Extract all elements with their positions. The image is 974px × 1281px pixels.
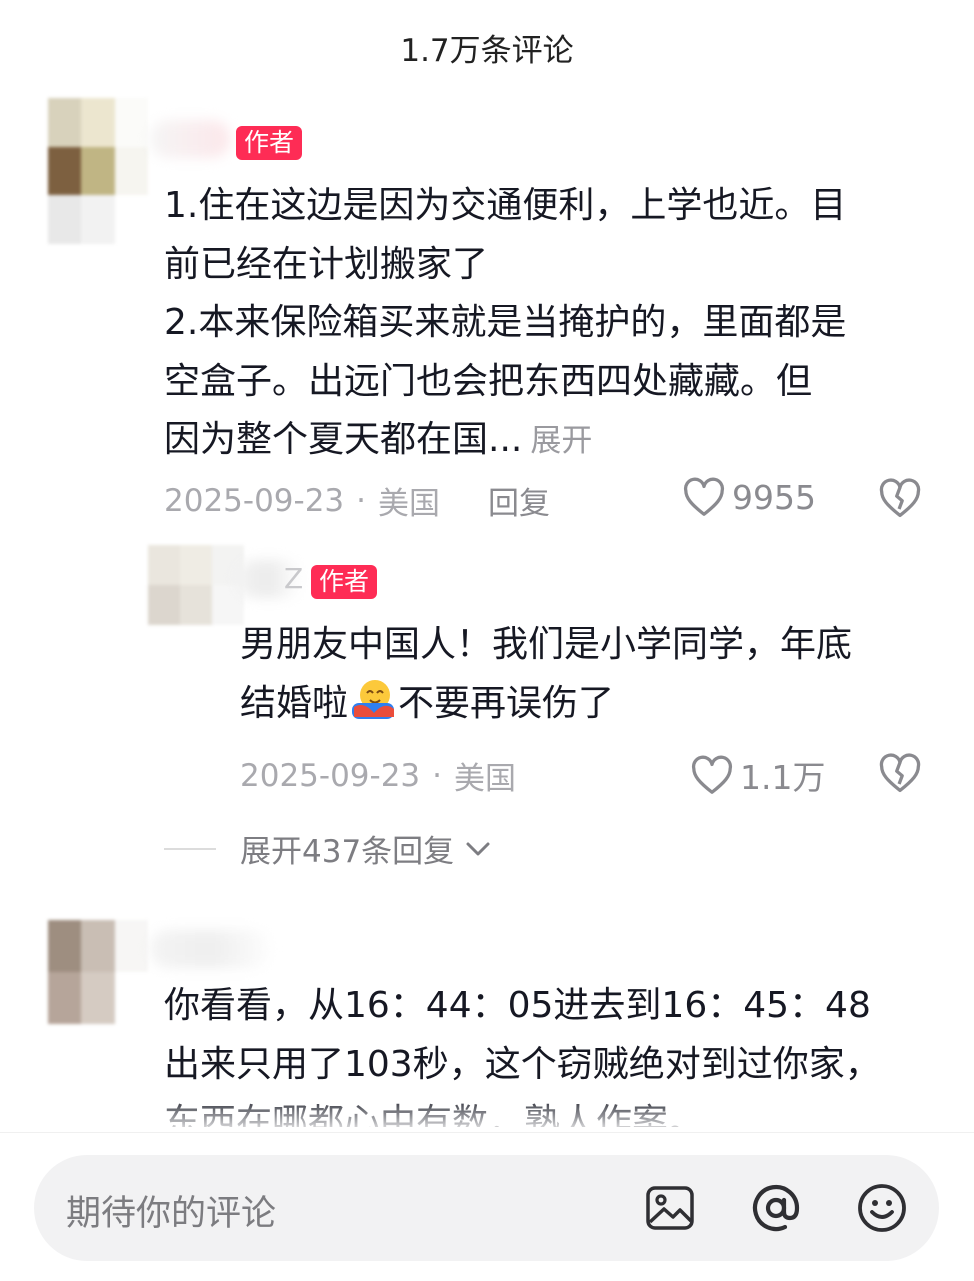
comment-meta: 2025-09-23 · 美国 回复: [164, 478, 550, 523]
avatar[interactable]: [48, 98, 148, 244]
chevron-down-icon: [466, 842, 490, 855]
heart-outline-icon: [683, 477, 725, 516]
reply-line-1: 男朋友中国人！我们是小学同学，年底: [240, 624, 853, 665]
emoji-icon[interactable]: [852, 1178, 912, 1238]
at-icon[interactable]: [746, 1178, 806, 1238]
author-badge: 作者: [311, 565, 378, 599]
heart-broken-icon[interactable]: [878, 752, 922, 794]
reply-button[interactable]: 回复: [488, 478, 550, 523]
comment-input[interactable]: 期待你的评论: [34, 1155, 939, 1261]
meta-separator: ·: [356, 482, 367, 519]
avatar[interactable]: [148, 545, 244, 625]
like-button[interactable]: 9955: [682, 477, 816, 517]
expand-comment-link[interactable]: 展开: [530, 423, 592, 459]
reply-location: 美国: [454, 761, 517, 797]
reply-line-2a: 结婚啦: [240, 682, 349, 724]
scroll-fade: [0, 1095, 974, 1135]
hug-emoji-icon: [348, 675, 398, 719]
meta-separator: ·: [432, 757, 443, 794]
reply-meta: 2025-09-23 · 美国: [240, 753, 516, 798]
comment-body: 1.住在这边是因为交通便利，上学也近。目 前已经在计划搬家了 2.本来保险箱买来…: [164, 185, 847, 460]
username-blurred[interactable]: [150, 930, 270, 968]
like-button[interactable]: 1.1万: [690, 751, 825, 799]
comment-input-placeholder: 期待你的评论: [66, 1194, 277, 1234]
comments-header: 1.7万条评论: [0, 0, 974, 96]
comment-location: 美国: [378, 486, 441, 522]
heart-outline-icon: [691, 755, 733, 794]
username-fragment: Z: [284, 562, 304, 595]
username-blurred[interactable]: [150, 120, 230, 158]
divider: [164, 847, 216, 850]
avatar[interactable]: [48, 920, 148, 1024]
like-count: 9955: [732, 477, 816, 517]
comment-count-title: 1.7万条评论: [400, 32, 574, 69]
image-icon[interactable]: [640, 1178, 700, 1238]
expand-replies-label: 展开437条回复: [240, 834, 455, 870]
reply-text: 男朋友中国人！我们是小学同学，年底 结婚啦 不要再误伤了: [240, 616, 954, 733]
like-count: 1.1万: [740, 758, 826, 797]
comment-date: 2025-09-23: [164, 482, 345, 519]
reply-line-2b: 不要再误伤了: [398, 682, 615, 724]
comment-text: 1.住在这边是因为交通便利，上学也近。目 前已经在计划搬家了 2.本来保险箱买来…: [164, 177, 954, 471]
heart-broken-icon[interactable]: [878, 477, 922, 519]
reply-date: 2025-09-23: [240, 757, 421, 794]
expand-replies-button[interactable]: 展开437条回复: [164, 826, 492, 871]
author-badge: 作者: [236, 126, 303, 160]
